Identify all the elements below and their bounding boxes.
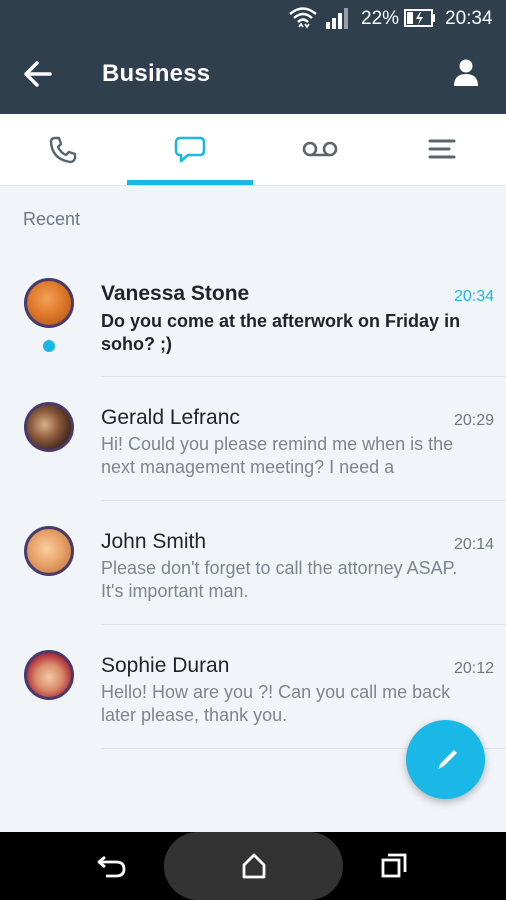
divider <box>101 624 506 625</box>
preview-line: Please don't forget to call the attorney… <box>101 558 458 578</box>
message-preview: Please don't forget to call the attorney… <box>101 557 486 603</box>
conversation-item[interactable]: Gerald Lefranc 20:29 Hi! Could you pleas… <box>0 390 506 514</box>
preview-line: Do you come at the afterwork on Friday i… <box>101 311 461 331</box>
battery-percent: 22% <box>361 8 400 29</box>
section-label-recent: Recent <box>23 209 81 229</box>
divider <box>101 376 506 377</box>
signal-icon <box>326 8 348 29</box>
preview-line: Hi! Could you please remind me when is t… <box>101 434 454 454</box>
contact-name: John Smith <box>101 530 207 553</box>
selected-tab-indicator <box>127 180 253 185</box>
message-preview: Hi! Could you please remind me when is t… <box>101 433 486 479</box>
preview-line: soho? ;) <box>101 334 172 354</box>
message-time: 20:14 <box>453 536 494 553</box>
chat-bubble-icon <box>174 136 206 163</box>
phone-icon <box>49 136 77 164</box>
list-icon <box>428 139 456 159</box>
message-preview: Hello! How are you ?! Can you call me ba… <box>101 681 486 727</box>
message-time: 20:12 <box>453 660 494 677</box>
tab-bar <box>0 114 506 186</box>
app-bar: Business <box>0 36 506 114</box>
contact-name: Sophie Duran <box>101 654 230 677</box>
status-clock: 20:34 <box>445 8 493 29</box>
tab-menu[interactable] <box>379 114 505 185</box>
conversation-item[interactable]: John Smith 20:14 Please don't forget to … <box>0 514 506 638</box>
conversation-item[interactable]: Vanessa Stone 20:34 Do you come at the a… <box>0 266 506 390</box>
tab-voicemail[interactable] <box>253 114 379 185</box>
unread-indicator <box>43 340 55 352</box>
avatar <box>24 278 74 328</box>
message-time: 20:29 <box>453 412 494 429</box>
preview-line: Hello! How are you ?! Can you call me ba… <box>101 682 451 702</box>
avatar <box>24 402 74 452</box>
wifi-icon <box>289 7 317 29</box>
avatar <box>24 650 74 700</box>
voicemail-icon <box>302 141 338 157</box>
back-arrow-icon[interactable] <box>22 58 54 90</box>
message-time: 20:34 <box>453 288 494 305</box>
profile-icon[interactable] <box>452 58 480 88</box>
contact-name: Vanessa Stone <box>101 282 250 305</box>
nav-home-icon <box>242 853 266 879</box>
page-title: Business <box>102 60 211 87</box>
compose-button[interactable] <box>406 720 485 799</box>
nav-back-icon[interactable] <box>96 852 128 880</box>
contact-name: Gerald Lefranc <box>101 406 240 429</box>
preview-line: It's important man. <box>101 581 249 601</box>
tab-calls[interactable] <box>0 114 126 185</box>
divider <box>101 500 506 501</box>
tab-messages[interactable] <box>126 114 252 185</box>
system-nav-bar <box>0 832 506 900</box>
battery-icon <box>404 9 435 27</box>
preview-line: next management meeting? I need a <box>101 457 395 477</box>
pencil-icon <box>438 750 457 769</box>
nav-recents-icon[interactable] <box>380 852 408 880</box>
avatar <box>24 526 74 576</box>
message-preview: Do you come at the afterwork on Friday i… <box>101 310 486 356</box>
status-bar: 22% 20:34 <box>0 0 506 36</box>
